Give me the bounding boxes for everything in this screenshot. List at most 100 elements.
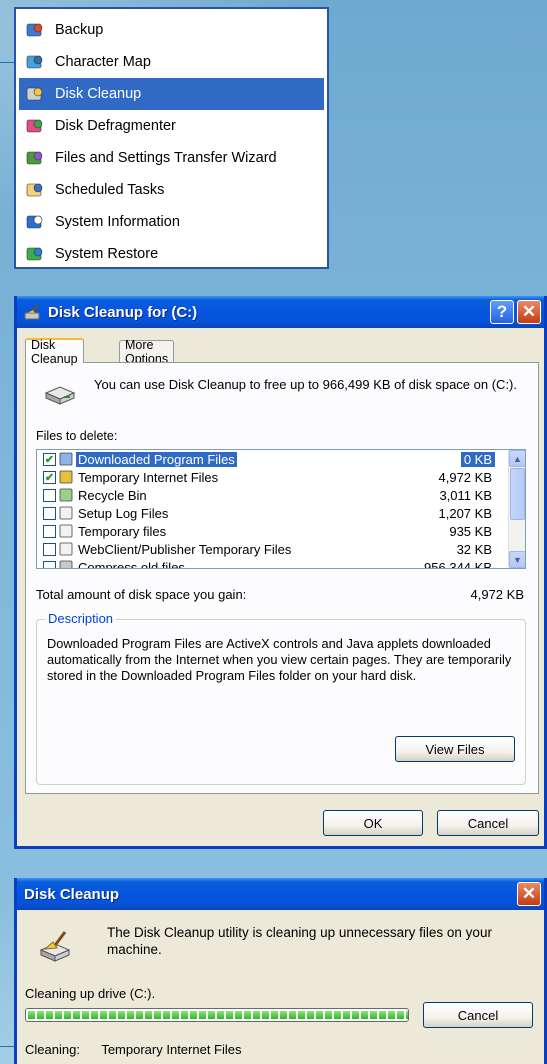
progress-segment bbox=[352, 1011, 359, 1019]
progress-segment bbox=[253, 1011, 260, 1019]
disk-cleanup-icon bbox=[25, 84, 45, 104]
lock-icon bbox=[59, 470, 74, 484]
system-information-icon bbox=[25, 212, 45, 232]
menu-item-system-information[interactable]: System Information bbox=[19, 206, 324, 238]
menu-item-label: Character Map bbox=[55, 54, 151, 70]
file-row[interactable]: Temporary files 935 KB bbox=[37, 522, 525, 540]
list-scrollbar[interactable]: ▲ ▼ bbox=[508, 450, 525, 568]
compress-icon bbox=[59, 560, 74, 568]
file-row[interactable]: ✔ Temporary Internet Files 4,972 KB bbox=[37, 468, 525, 486]
progress-segment bbox=[145, 1011, 152, 1019]
file-row[interactable]: WebClient/Publisher Temporary Files 32 KB bbox=[37, 540, 525, 558]
progress-segment bbox=[388, 1011, 395, 1019]
description-text: Downloaded Program Files are ActiveX con… bbox=[47, 636, 512, 683]
progress-segment bbox=[109, 1011, 116, 1019]
progress-segment bbox=[406, 1011, 408, 1019]
backup-icon bbox=[25, 20, 45, 40]
transfer-wizard-icon bbox=[25, 148, 45, 168]
defrag-icon bbox=[25, 116, 45, 136]
menu-item-transfer-wizard[interactable]: Files and Settings Transfer Wizard bbox=[19, 142, 324, 174]
progress-segment bbox=[397, 1011, 404, 1019]
progress-segment bbox=[226, 1011, 233, 1019]
file-row[interactable]: Recycle Bin 3,011 KB bbox=[37, 486, 525, 504]
file-size: 935 KB bbox=[449, 523, 492, 539]
progress-segment bbox=[244, 1011, 251, 1019]
recycle-bin-icon bbox=[59, 488, 74, 502]
progress-segment bbox=[181, 1011, 188, 1019]
document-icon bbox=[59, 524, 74, 538]
menu-item-scheduled-tasks[interactable]: Scheduled Tasks bbox=[19, 174, 324, 206]
file-name: WebClient/Publisher Temporary Files bbox=[78, 541, 292, 557]
file-checkbox[interactable] bbox=[43, 506, 56, 520]
info-text: You can use Disk Cleanup to free up to 9… bbox=[94, 377, 517, 392]
scroll-up-icon[interactable]: ▲ bbox=[509, 450, 525, 467]
background-line bbox=[0, 62, 14, 63]
progress-close-button[interactable]: ✕ bbox=[517, 882, 541, 906]
file-row[interactable]: ✔ Downloaded Program Files 0 KB bbox=[37, 450, 525, 468]
menu-item-disk-cleanup[interactable]: Disk Cleanup bbox=[19, 78, 324, 110]
scheduled-tasks-icon bbox=[25, 180, 45, 200]
folder-icon bbox=[59, 452, 74, 466]
cleanup-progress-dialog: Disk Cleanup ✕ The Disk Cleanup utility … bbox=[14, 878, 547, 1064]
progress-segment bbox=[217, 1011, 224, 1019]
close-button[interactable]: ✕ bbox=[517, 300, 541, 324]
file-row[interactable]: Compress old files 956,344 KB bbox=[37, 558, 525, 568]
file-checkbox[interactable]: ✔ bbox=[43, 452, 56, 466]
file-checkbox[interactable] bbox=[43, 524, 56, 538]
menu-item-label: System Information bbox=[55, 214, 180, 230]
progress-segment bbox=[28, 1011, 35, 1019]
file-name: Downloaded Program Files bbox=[76, 451, 237, 467]
dialog-titlebar[interactable]: Disk Cleanup for (C:) ? ✕ bbox=[17, 296, 544, 328]
scroll-thumb[interactable] bbox=[510, 468, 525, 520]
cleaning-label: Cleaning: bbox=[25, 1042, 80, 1057]
progress-segment bbox=[343, 1011, 350, 1019]
file-size: 32 KB bbox=[456, 541, 492, 557]
file-row[interactable]: Setup Log Files 1,207 KB bbox=[37, 504, 525, 522]
document-icon bbox=[59, 542, 74, 556]
progress-segment bbox=[199, 1011, 206, 1019]
menu-item-defrag[interactable]: Disk Defragmenter bbox=[19, 110, 324, 142]
menu-item-label: Backup bbox=[55, 22, 104, 38]
menu-item-label: Disk Defragmenter bbox=[55, 118, 176, 134]
tab-disk-cleanup[interactable]: Disk Cleanup bbox=[25, 338, 84, 366]
file-name: Recycle Bin bbox=[78, 487, 147, 503]
file-checkbox[interactable]: ✔ bbox=[43, 470, 56, 484]
broom-icon bbox=[24, 304, 42, 320]
menu-item-system-restore[interactable]: System Restore bbox=[19, 238, 324, 270]
menu-item-backup[interactable]: Backup bbox=[19, 14, 324, 46]
description-group: Description Downloaded Program Files are… bbox=[36, 611, 526, 785]
progress-segment bbox=[37, 1011, 44, 1019]
cleaning-item: Temporary Internet Files bbox=[101, 1042, 242, 1057]
progress-titlebar[interactable]: Disk Cleanup ✕ bbox=[17, 878, 544, 910]
system-restore-icon bbox=[25, 244, 45, 264]
progress-cancel-button[interactable]: Cancel bbox=[423, 1002, 533, 1028]
progress-segment bbox=[73, 1011, 80, 1019]
dialog-title: Disk Cleanup for (C:) bbox=[48, 303, 198, 321]
progress-segment bbox=[127, 1011, 134, 1019]
progress-bar bbox=[25, 1008, 409, 1022]
file-checkbox[interactable] bbox=[43, 542, 56, 556]
view-files-button[interactable]: View Files bbox=[395, 736, 515, 762]
help-button[interactable]: ? bbox=[490, 300, 514, 324]
scroll-down-icon[interactable]: ▼ bbox=[509, 551, 525, 568]
progress-segment bbox=[235, 1011, 242, 1019]
progress-segment bbox=[298, 1011, 305, 1019]
menu-item-label: Scheduled Tasks bbox=[55, 182, 165, 198]
file-size: 3,011 KB bbox=[439, 487, 492, 503]
progress-title: Disk Cleanup bbox=[24, 885, 120, 903]
progress-segment bbox=[271, 1011, 278, 1019]
cancel-button[interactable]: Cancel bbox=[437, 810, 539, 836]
file-checkbox[interactable] bbox=[43, 488, 56, 502]
progress-drive-text: Cleaning up drive (C:). bbox=[25, 986, 156, 1001]
tab-more-options[interactable]: More Options bbox=[119, 338, 175, 366]
description-title: Description bbox=[45, 611, 117, 626]
document-icon bbox=[59, 506, 74, 520]
progress-segment bbox=[64, 1011, 71, 1019]
background-line bbox=[0, 1046, 14, 1047]
menu-item-character-map[interactable]: Character Map bbox=[19, 46, 324, 78]
progress-segment bbox=[361, 1011, 368, 1019]
file-checkbox[interactable] bbox=[43, 560, 56, 568]
progress-segment bbox=[172, 1011, 179, 1019]
ok-button[interactable]: OK bbox=[323, 810, 423, 836]
files-listbox[interactable]: ✔ Downloaded Program Files 0 KB ✔ Temporary … bbox=[36, 449, 526, 569]
